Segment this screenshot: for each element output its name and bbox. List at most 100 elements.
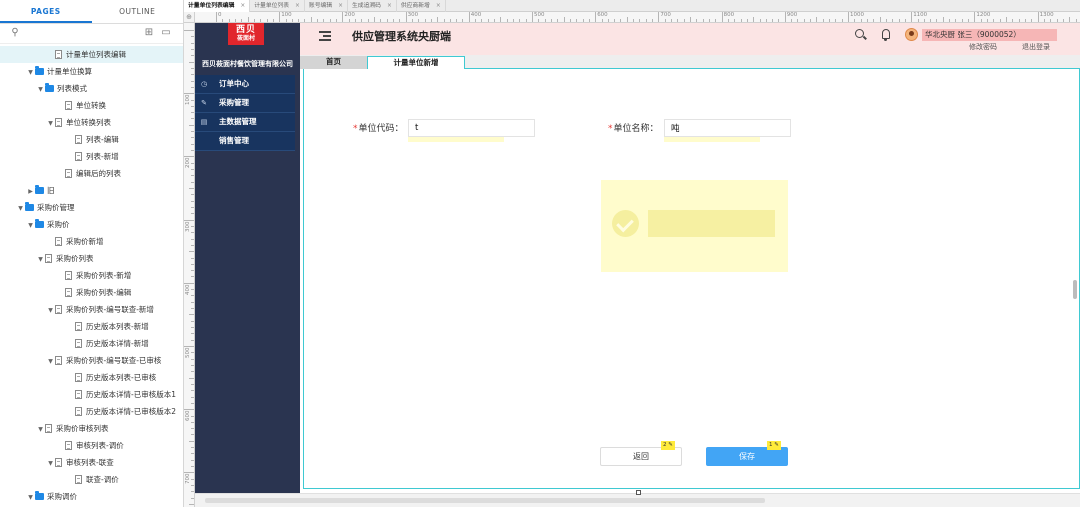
- ruler-tick: [189, 440, 194, 442]
- ruler-tick: [272, 19, 274, 22]
- tree-item[interactable]: 编辑后的列表: [0, 165, 183, 182]
- tab-home[interactable]: 首页: [300, 56, 367, 69]
- add-folder-icon[interactable]: ▭: [160, 27, 172, 39]
- user-name[interactable]: 华北央厨 张三（9000052）: [922, 29, 1057, 41]
- tree-item[interactable]: 审核列表-调价: [0, 437, 183, 454]
- ruler-tick: [191, 143, 194, 145]
- ruler-tick: [191, 421, 194, 423]
- chevron-right-icon[interactable]: ▶: [26, 183, 35, 200]
- tree-item-label: 旧: [47, 186, 55, 195]
- document-tab[interactable]: 计量单位列表编辑 ×: [184, 0, 251, 12]
- tree-item[interactable]: 历史版本列表-已审核: [0, 369, 183, 386]
- tree-item[interactable]: 列表-新增: [0, 148, 183, 165]
- add-page-icon[interactable]: ⊞: [143, 27, 155, 39]
- avatar[interactable]: [905, 28, 918, 41]
- tree-item[interactable]: ▼ 采购价管理: [0, 199, 183, 216]
- close-icon[interactable]: ×: [240, 3, 245, 9]
- tree-item[interactable]: ▼ 单位转换列表: [0, 114, 183, 131]
- ruler-origin-icon[interactable]: ⊕: [184, 12, 195, 23]
- ruler-tick: [191, 67, 194, 69]
- document-tab[interactable]: 计量单位列表 ×: [250, 0, 305, 12]
- vertical-scrollbar[interactable]: [1073, 280, 1077, 299]
- menu-item[interactable]: 销售管理: [195, 132, 295, 151]
- ruler-label: 1000: [850, 12, 864, 18]
- close-icon[interactable]: ×: [436, 3, 441, 9]
- chevron-down-icon[interactable]: ▼: [36, 251, 45, 268]
- ruler-tick: [1075, 19, 1077, 22]
- chevron-down-icon[interactable]: ▼: [26, 217, 35, 234]
- unit-name-input[interactable]: [664, 119, 791, 137]
- ruler-tick: [1069, 17, 1071, 22]
- tree-item[interactable]: ▼ 采购价审核列表: [0, 420, 183, 437]
- ruler-tick: [525, 19, 527, 22]
- tree-item[interactable]: 历史版本列表-新增: [0, 318, 183, 335]
- chevron-down-icon[interactable]: ▼: [26, 489, 35, 506]
- chevron-down-icon[interactable]: ▼: [46, 353, 55, 370]
- document-tab[interactable]: 生成追溯码 ×: [348, 0, 397, 12]
- ruler-tick: [671, 19, 673, 22]
- tree-item[interactable]: 历史版本详情-已审核版本1: [0, 386, 183, 403]
- tree-item[interactable]: ▼ 采购价列表-编号联查-已审核: [0, 352, 183, 369]
- tree-item[interactable]: 列表-编辑: [0, 131, 183, 148]
- tree-item[interactable]: 采购价列表-编辑: [0, 284, 183, 301]
- chevron-down-icon[interactable]: ▼: [46, 455, 55, 472]
- tree-item[interactable]: ▼ 采购价: [0, 216, 183, 233]
- search-icon[interactable]: ⚲: [9, 27, 21, 39]
- chevron-down-icon[interactable]: ▼: [36, 421, 45, 438]
- menu-item[interactable]: ▤ 主数据管理: [195, 113, 295, 132]
- close-icon[interactable]: ×: [387, 3, 392, 9]
- ruler-tick: [191, 105, 194, 107]
- unit-code-input[interactable]: [408, 119, 535, 137]
- tree-item[interactable]: ▼ 采购价列表-编号联查-新增: [0, 301, 183, 318]
- horizontal-scrollbar[interactable]: [195, 493, 1080, 507]
- tree-item[interactable]: ▼ 计量单位换算: [0, 63, 183, 80]
- tree-item[interactable]: ▶ 旧: [0, 182, 183, 199]
- tree-item[interactable]: 采购价列表-新增: [0, 267, 183, 284]
- ruler-tick: [191, 80, 194, 82]
- close-icon[interactable]: ×: [295, 3, 300, 9]
- app-header: 供应管理系统央厨端 华北央厨 张三（9000052） 修改密码 退出登录: [300, 23, 1080, 55]
- page-icon: [75, 322, 82, 331]
- menu-item[interactable]: ✎ 采购管理: [195, 94, 295, 113]
- chevron-down-icon[interactable]: ▼: [46, 302, 55, 319]
- horizontal-scroll-thumb[interactable]: [205, 498, 765, 503]
- menu-toggle-icon[interactable]: [319, 31, 331, 41]
- tree-item[interactable]: 计量单位列表编辑: [0, 46, 183, 63]
- tree-item[interactable]: 采购价新增: [0, 233, 183, 250]
- tree-item[interactable]: ▼ 审核列表-联查: [0, 454, 183, 471]
- close-icon[interactable]: ×: [338, 3, 343, 9]
- tree-item[interactable]: 历史版本详情-已审核版本2: [0, 403, 183, 420]
- tree-item[interactable]: 历史版本详情-新增: [0, 335, 183, 352]
- bell-icon[interactable]: [880, 28, 891, 41]
- chevron-down-icon[interactable]: ▼: [16, 200, 25, 217]
- document-tab[interactable]: 账号编辑 ×: [305, 0, 348, 12]
- tree-item[interactable]: ▼ 列表模式: [0, 80, 183, 97]
- tree-item[interactable]: 联查-调价: [0, 471, 183, 488]
- menu-item[interactable]: ◷ 订单中心: [195, 75, 295, 94]
- logout-link[interactable]: 退出登录: [1022, 42, 1050, 52]
- page-icon: [75, 152, 82, 161]
- chevron-down-icon[interactable]: ▼: [26, 64, 35, 81]
- chevron-down-icon[interactable]: ▼: [46, 115, 55, 132]
- design-canvas[interactable]: 西贝 莜面村 西贝莜面村餐饮管理有限公司 ◷ 订单中心 ✎ 采购管理 ▤ 主数据管理 销售管…: [195, 23, 1080, 507]
- ruler-tick: [191, 232, 194, 234]
- tree-item[interactable]: ▼ 采购调价: [0, 488, 183, 505]
- tree-item[interactable]: ▼ 采购价列表: [0, 250, 183, 267]
- tree-item[interactable]: 单位转换: [0, 97, 183, 114]
- app-title: 供应管理系统央厨端: [352, 30, 451, 43]
- tree-item-label: 历史版本详情-已审核版本2: [86, 407, 176, 416]
- ruler-label: 300: [407, 12, 419, 18]
- change-password-link[interactable]: 修改密码: [969, 42, 997, 52]
- resize-handle[interactable]: [636, 490, 641, 495]
- tab-new-unit[interactable]: 计量单位新增: [367, 56, 465, 69]
- tab-pages[interactable]: PAGES: [0, 0, 92, 23]
- app-menu: ◷ 订单中心 ✎ 采购管理 ▤ 主数据管理 销售管理: [195, 75, 295, 151]
- ruler-tick: [449, 19, 451, 22]
- page-icon: [45, 254, 52, 263]
- document-tab[interactable]: 供应商新增 ×: [397, 0, 446, 12]
- chevron-down-icon[interactable]: ▼: [36, 81, 45, 98]
- tab-outline[interactable]: OUTLINE: [92, 0, 184, 23]
- tree-item-label: 采购价列表-编辑: [76, 288, 132, 297]
- search-icon[interactable]: [854, 28, 867, 41]
- check-circle-icon: [612, 210, 639, 237]
